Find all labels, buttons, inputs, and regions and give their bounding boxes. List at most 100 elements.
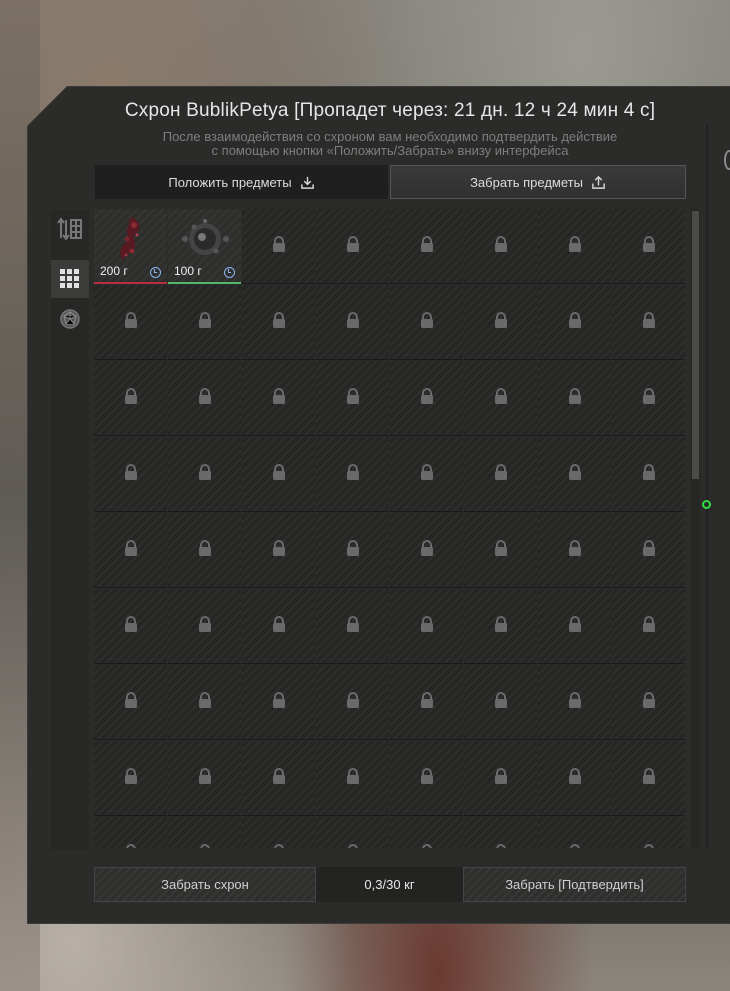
lock-icon	[124, 615, 138, 638]
locked-slot[interactable]	[94, 817, 167, 848]
item-slot[interactable]: 100 г	[168, 209, 241, 284]
locked-slot[interactable]	[612, 665, 685, 740]
upload-icon	[592, 175, 605, 189]
locked-slot[interactable]	[316, 589, 389, 664]
locked-slot[interactable]	[316, 361, 389, 436]
grid-view-button[interactable]	[51, 260, 89, 298]
locked-slot[interactable]	[94, 513, 167, 588]
lock-icon	[642, 311, 656, 334]
lock-icon	[198, 463, 212, 486]
locked-slot[interactable]	[168, 665, 241, 740]
locked-slot[interactable]	[168, 285, 241, 360]
sort-icon	[57, 217, 82, 241]
locked-slot[interactable]	[168, 741, 241, 816]
locked-slot[interactable]	[316, 285, 389, 360]
cursor-indicator	[702, 500, 711, 509]
locked-slot[interactable]	[612, 589, 685, 664]
locked-slot[interactable]	[538, 741, 611, 816]
locked-slot[interactable]	[242, 361, 315, 436]
locked-slot[interactable]	[612, 209, 685, 284]
locked-slot[interactable]	[390, 741, 463, 816]
locked-slot[interactable]	[168, 589, 241, 664]
locked-slot[interactable]	[316, 741, 389, 816]
locked-slot[interactable]	[390, 437, 463, 512]
stash-grid: 200 г 100 г	[94, 209, 686, 848]
locked-slot[interactable]	[612, 513, 685, 588]
locked-slot[interactable]	[464, 665, 537, 740]
locked-slot[interactable]	[538, 817, 611, 848]
locked-slot[interactable]	[390, 513, 463, 588]
locked-slot[interactable]	[390, 665, 463, 740]
lock-icon	[568, 463, 582, 486]
locked-slot[interactable]	[538, 361, 611, 436]
locked-slot[interactable]	[94, 361, 167, 436]
locked-slot[interactable]	[538, 437, 611, 512]
locked-slot[interactable]	[538, 285, 611, 360]
item-slot[interactable]: 200 г	[94, 209, 167, 284]
locked-slot[interactable]	[464, 589, 537, 664]
locked-slot[interactable]	[390, 209, 463, 284]
locked-slot[interactable]	[242, 437, 315, 512]
lock-icon	[568, 843, 582, 848]
confirm-take-button[interactable]: Забрать [Подтвердить]	[463, 867, 686, 902]
locked-slot[interactable]	[242, 741, 315, 816]
locked-slot[interactable]	[464, 209, 537, 284]
lock-icon	[420, 539, 434, 562]
locked-slot[interactable]	[168, 437, 241, 512]
locked-slot[interactable]	[612, 285, 685, 360]
locked-slot[interactable]	[464, 285, 537, 360]
locked-slot[interactable]	[612, 817, 685, 848]
locked-slot[interactable]	[464, 437, 537, 512]
locked-slot[interactable]	[94, 665, 167, 740]
sort-button[interactable]	[51, 210, 89, 248]
locked-slot[interactable]	[316, 209, 389, 284]
lock-icon	[346, 463, 360, 486]
locked-slot[interactable]	[390, 589, 463, 664]
locked-slot[interactable]	[538, 513, 611, 588]
locked-slot[interactable]	[168, 817, 241, 848]
tab-put-items[interactable]: Положить предметы	[95, 165, 388, 199]
locked-slot[interactable]	[94, 589, 167, 664]
locked-slot[interactable]	[390, 817, 463, 848]
locked-slot[interactable]	[538, 589, 611, 664]
locked-slot[interactable]	[464, 361, 537, 436]
scrollbar-thumb[interactable]	[692, 211, 699, 479]
locked-slot[interactable]	[612, 437, 685, 512]
locked-slot[interactable]	[612, 741, 685, 816]
locked-slot[interactable]	[316, 817, 389, 848]
locked-slot[interactable]	[612, 361, 685, 436]
hint-line-2: с помощью кнопки «Положить/Забрать» вниз…	[211, 143, 569, 158]
locked-slot[interactable]	[316, 437, 389, 512]
grid-scrollbar[interactable]	[691, 209, 700, 848]
locked-slot[interactable]	[94, 741, 167, 816]
locked-slot[interactable]	[242, 665, 315, 740]
lock-icon	[420, 311, 434, 334]
locked-slot[interactable]	[94, 437, 167, 512]
take-stash-button[interactable]: Забрать схрон	[94, 867, 316, 902]
locked-slot[interactable]	[390, 361, 463, 436]
lock-icon	[346, 691, 360, 714]
locked-slot[interactable]	[464, 513, 537, 588]
lock-icon	[642, 539, 656, 562]
locked-slot[interactable]	[242, 589, 315, 664]
locked-slot[interactable]	[390, 285, 463, 360]
locked-slot[interactable]	[242, 209, 315, 284]
locked-slot[interactable]	[464, 741, 537, 816]
locked-slot[interactable]	[316, 665, 389, 740]
locked-slot[interactable]	[242, 817, 315, 848]
lock-icon	[124, 843, 138, 848]
locked-slot[interactable]	[168, 513, 241, 588]
locked-slot[interactable]	[242, 513, 315, 588]
lock-icon	[198, 311, 212, 334]
offscreen-icon	[724, 150, 730, 170]
artifact-filter-button[interactable]	[51, 300, 89, 338]
locked-slot[interactable]	[168, 361, 241, 436]
locked-slot[interactable]	[538, 665, 611, 740]
locked-slot[interactable]	[464, 817, 537, 848]
locked-slot[interactable]	[538, 209, 611, 284]
tab-take-items[interactable]: Забрать предметы	[390, 165, 686, 199]
locked-slot[interactable]	[94, 285, 167, 360]
locked-slot[interactable]	[242, 285, 315, 360]
item-weight: 200 г	[100, 264, 128, 278]
locked-slot[interactable]	[316, 513, 389, 588]
